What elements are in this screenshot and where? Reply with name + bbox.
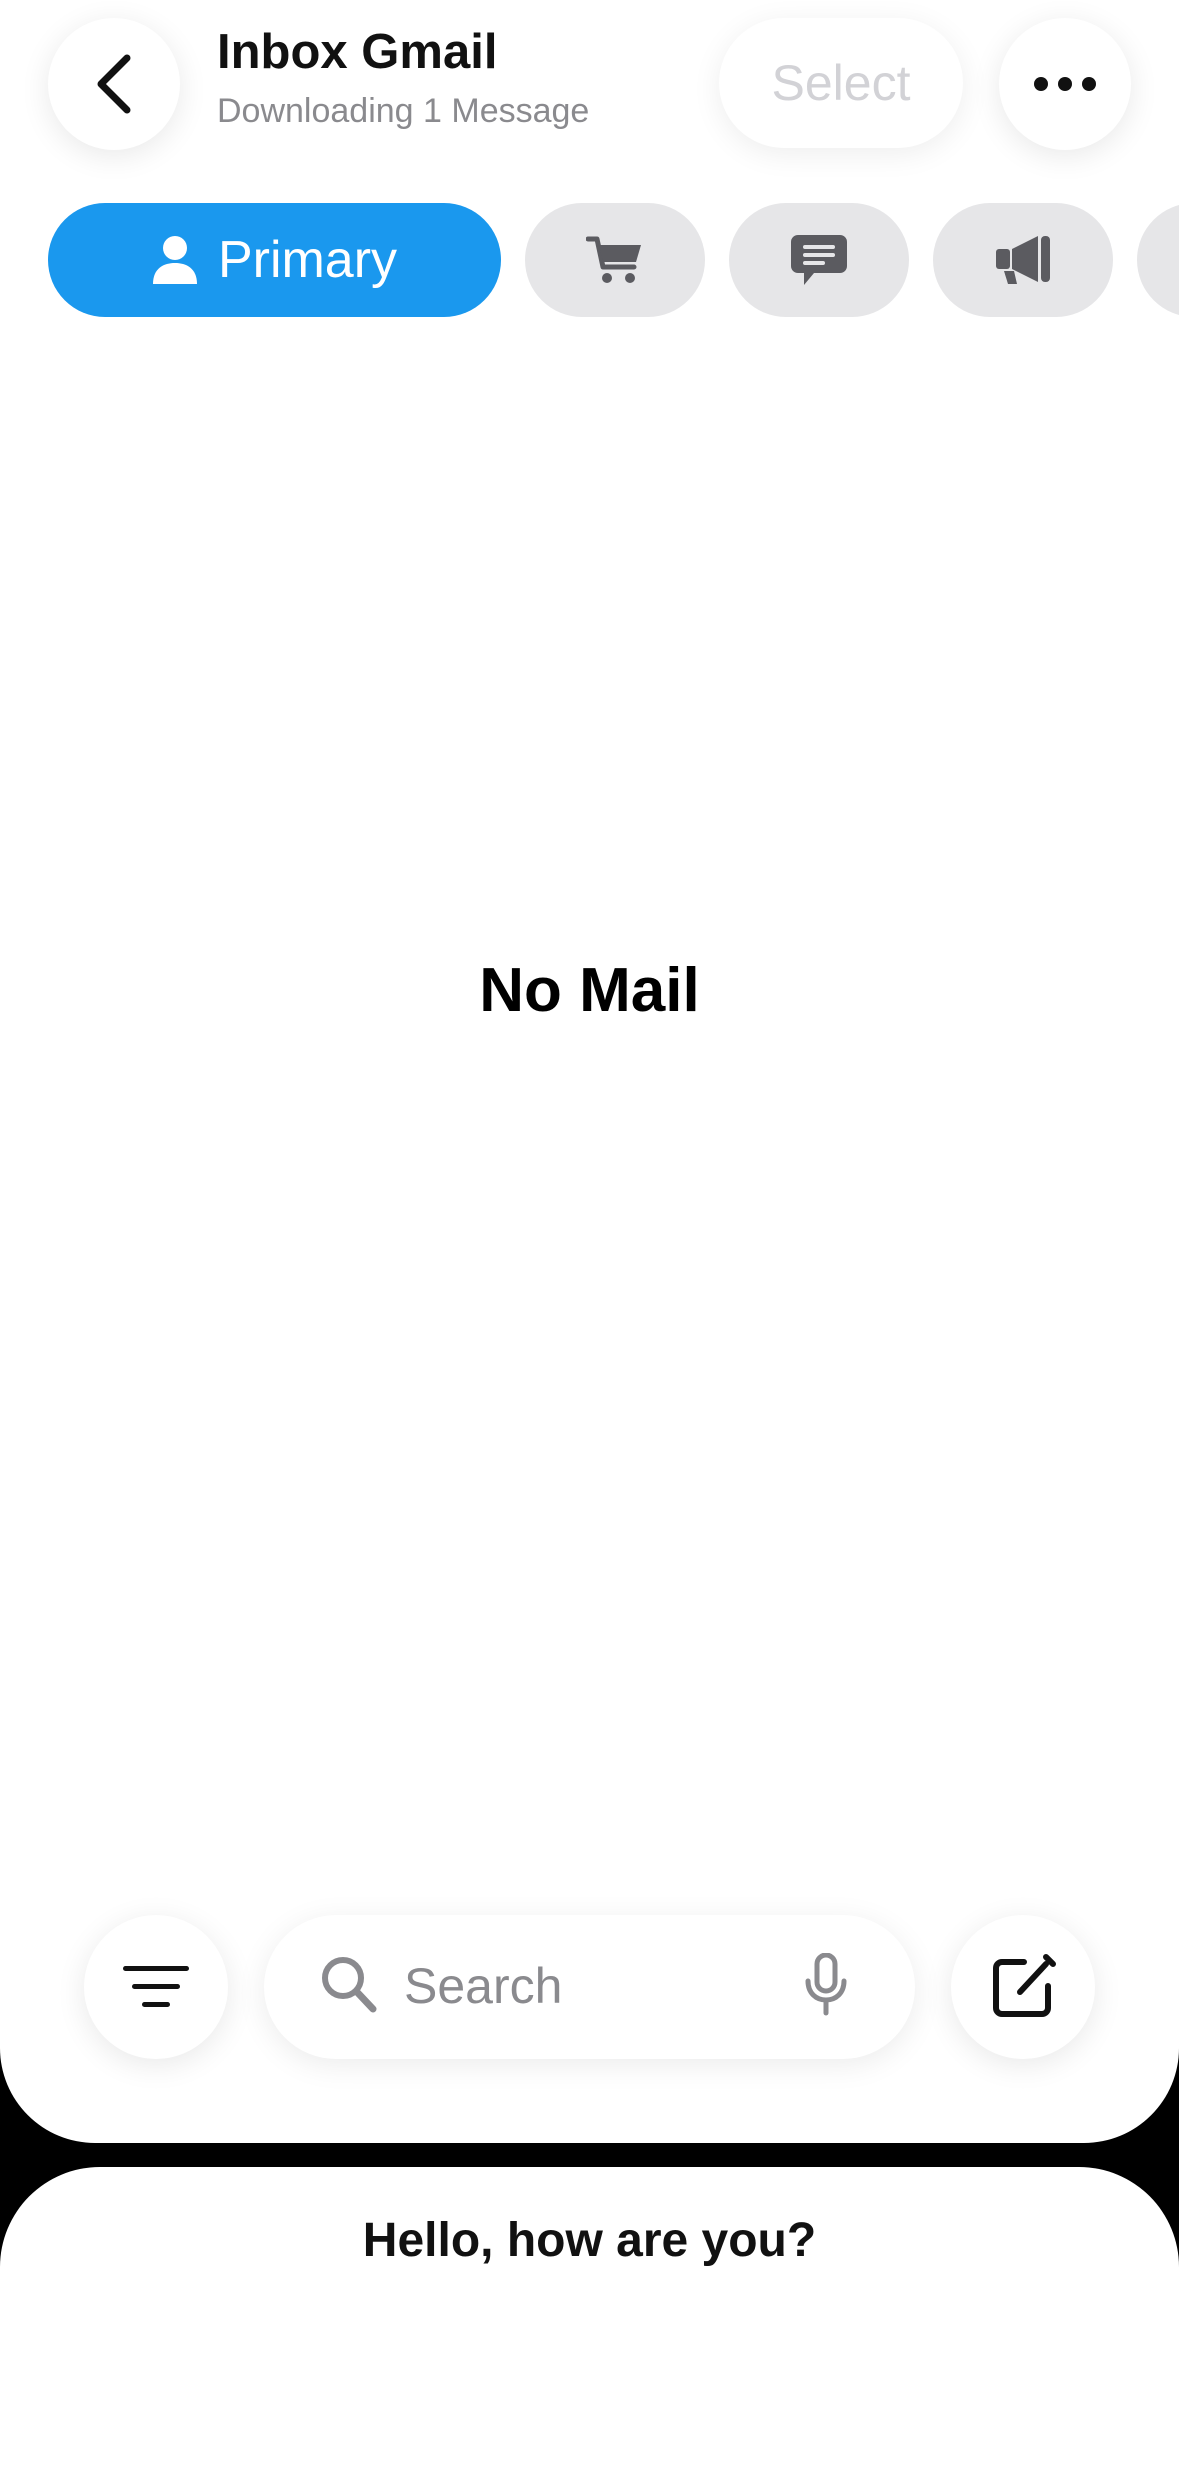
filter-icon	[123, 1966, 189, 2007]
search-icon	[322, 1957, 377, 2013]
compose-icon	[993, 1954, 1056, 2017]
back-button[interactable]	[48, 18, 180, 150]
megaphone-icon	[996, 236, 1050, 284]
chevron-left-icon	[97, 54, 131, 114]
tab-updates[interactable]	[1137, 203, 1179, 317]
search-field[interactable]: Search	[264, 1915, 915, 2059]
tab-primary[interactable]: Primary	[48, 203, 501, 317]
message-bubble-icon	[791, 235, 847, 285]
download-status: Downloading 1 Message	[217, 92, 590, 130]
filter-button[interactable]	[84, 1915, 228, 2059]
tab-promotions[interactable]	[933, 203, 1113, 317]
empty-state-label: No Mail	[479, 956, 700, 1025]
tab-shopping[interactable]	[525, 203, 705, 317]
tab-social[interactable]	[729, 203, 909, 317]
search-placeholder: Search	[404, 1958, 563, 2014]
sheet-message: Hello, how are you?	[362, 2214, 817, 2267]
more-options-button[interactable]	[999, 18, 1131, 150]
microphone-icon[interactable]	[804, 1953, 848, 2017]
message-preview-sheet[interactable]: Hello, how are you?	[0, 2167, 1179, 2467]
select-button[interactable]: Select	[719, 18, 963, 148]
page-title: Inbox Gmail	[217, 25, 498, 79]
tab-primary-label: Primary	[217, 231, 398, 289]
mail-inbox-screen: Inbox Gmail Downloading 1 Message Select…	[0, 0, 1179, 2143]
compose-button[interactable]	[951, 1915, 1095, 2059]
ellipsis-icon	[1034, 77, 1096, 91]
person-icon	[152, 236, 197, 284]
cart-icon	[586, 236, 641, 283]
